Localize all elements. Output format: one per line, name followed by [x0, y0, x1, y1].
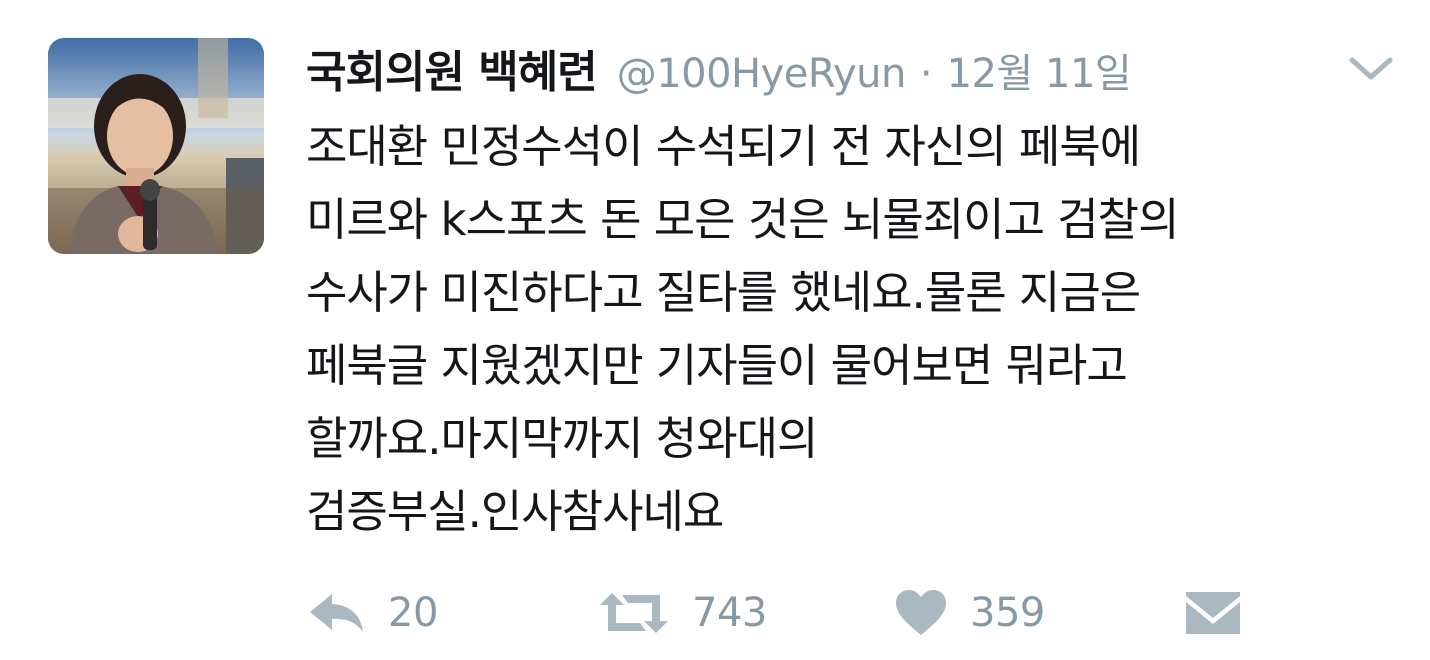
tweet-header: 국회의원 백혜련 @100HyeRyun · 12월 11일: [306, 36, 1132, 106]
tweet-text-line: 할까요.마지막까지 청와대의: [306, 412, 818, 465]
retweet-button[interactable]: 743: [598, 578, 767, 648]
envelope-icon: [1184, 590, 1242, 636]
chevron-down-icon[interactable]: [1344, 50, 1398, 86]
like-button[interactable]: 359: [894, 578, 1045, 648]
reply-icon: [306, 590, 366, 636]
action-bar: 20 743 359: [306, 578, 1306, 648]
display-name[interactable]: 국회의원 백혜련: [306, 36, 598, 100]
reply-button[interactable]: 20: [306, 578, 438, 648]
retweet-icon: [598, 589, 670, 637]
direct-message-button[interactable]: [1184, 578, 1242, 648]
heart-icon: [894, 589, 948, 637]
header-separator: ·: [919, 51, 933, 97]
avatar[interactable]: [48, 38, 264, 254]
tweet-text-line: 검증부실.인사참사네요: [306, 485, 724, 538]
tweet-text-line: 미르와 k스포츠 돈 모은 것은 뇌물죄이고 검찰의: [306, 193, 1180, 246]
retweet-count: 743: [692, 590, 767, 636]
reply-count: 20: [388, 590, 438, 636]
tweet-text: 조대환 민정수석이 수석되기 전 자신의 페북에 미르와 k스포츠 돈 모은 것…: [306, 110, 1396, 548]
user-handle[interactable]: @100HyeRyun: [617, 51, 907, 97]
tweet-text-line: 수사가 미진하다고 질타를 했네요.물론 지금은: [306, 266, 1141, 319]
tweet-date[interactable]: 12월 11일: [947, 41, 1132, 99]
tweet-text-line: 조대환 민정수석이 수석되기 전 자신의 페북에: [306, 120, 1141, 173]
tweet-text-line: 페북글 지웠겠지만 기자들이 물어보면 뭐라고: [306, 339, 1128, 392]
like-count: 359: [970, 590, 1045, 636]
